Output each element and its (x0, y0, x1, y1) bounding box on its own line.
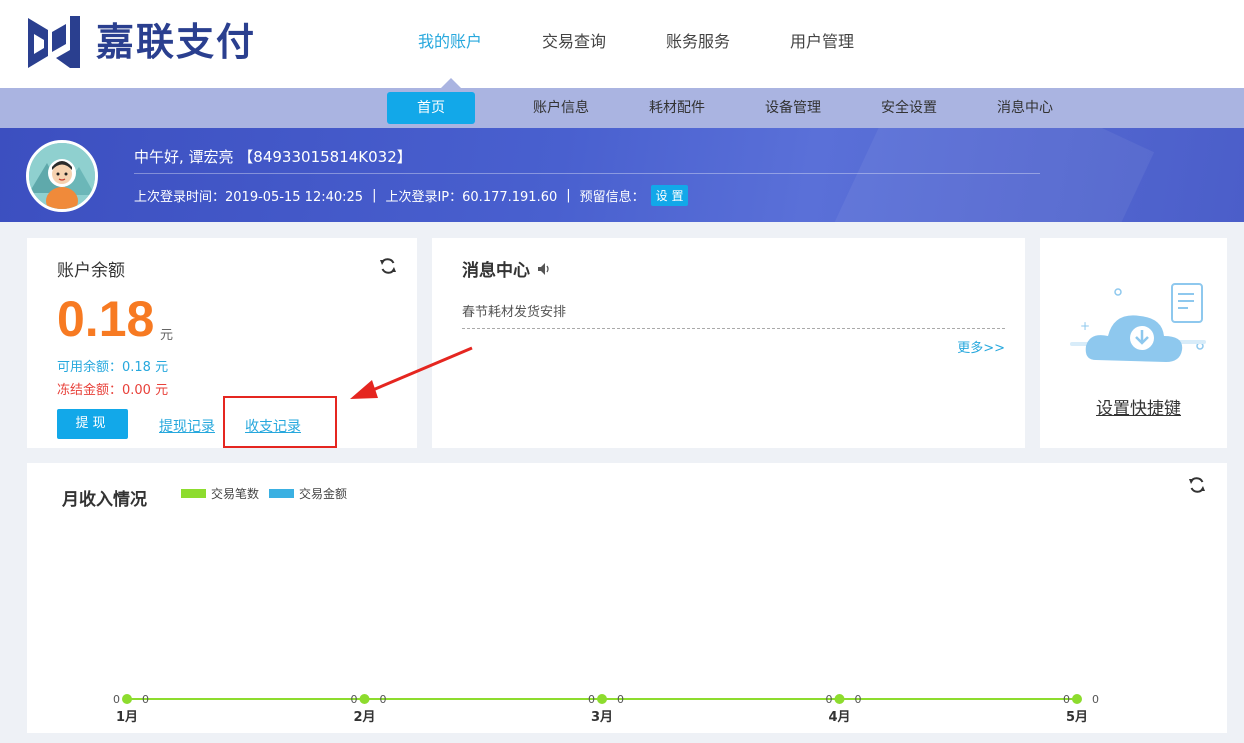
data-label: 0 (380, 693, 387, 706)
data-label: 0 (826, 693, 833, 706)
monthly-income-chart: 0 0 1月 0 0 2月 0 0 3月 0 0 4月 0 0 5月 (113, 693, 1099, 725)
x-tick-label: 2月 (353, 710, 375, 725)
message-center-title-text: 消息中心 (462, 261, 530, 281)
speaker-icon (538, 262, 549, 275)
top-nav: 我的账户 交易查询 账务服务 用户管理 (388, 28, 884, 56)
message-item[interactable]: 春节耗材发货安排 (462, 301, 566, 320)
topnav-user-management[interactable]: 用户管理 (760, 28, 884, 56)
data-point[interactable] (597, 694, 607, 704)
refresh-icon[interactable] (378, 256, 398, 276)
active-nav-caret (441, 78, 461, 88)
balance-title: 账户余额 (57, 261, 125, 281)
header: 嘉联支付 我的账户 交易查询 账务服务 用户管理 (0, 0, 1244, 88)
highlight-box (223, 396, 337, 448)
balance-amount: 0.18 (57, 291, 155, 347)
x-tick-label: 1月 (116, 710, 138, 725)
x-tick-label: 3月 (591, 710, 613, 725)
shortcut-card: + 设置快捷键 (1040, 238, 1227, 448)
x-tick-label: 4月 (828, 710, 850, 725)
brand-name[interactable]: 嘉联支付 (96, 18, 256, 66)
set-shortcut-link[interactable]: 设置快捷键 (1040, 394, 1237, 419)
subnav-consumables[interactable]: 耗材配件 (619, 92, 735, 124)
user-banner: 中午好, 谭宏亮 【84933015814K032】 上次登录时间：2019-0… (0, 128, 1244, 222)
balance-card: 账户余额 0.18 元 可用余额：0.18 元 冻结金额：0.00 元 提现 提… (27, 238, 417, 448)
topnav-accounting-service[interactable]: 账务服务 (636, 28, 760, 56)
last-login-ip: 上次登录IP：60.177.191.60 (385, 190, 558, 205)
balance-unit: 元 (160, 328, 174, 343)
separator: | (372, 188, 377, 203)
frozen-amount: 冻结金额：0.00 元 (57, 383, 169, 398)
avatar-icon (29, 143, 95, 209)
data-point[interactable] (834, 694, 845, 704)
banner-decoration (833, 128, 1155, 222)
available-balance: 可用余额：0.18 元 (57, 360, 169, 375)
brand-logo-icon[interactable] (26, 14, 82, 70)
last-login-time: 上次登录时间：2019-05-15 12:40:25 (134, 190, 364, 205)
banner-divider (134, 173, 1040, 174)
data-label: 0 (617, 693, 624, 706)
data-point[interactable] (122, 694, 132, 704)
data-label: 0 (351, 693, 358, 706)
data-point[interactable] (1072, 694, 1082, 704)
subnav-device-management[interactable]: 设备管理 (735, 92, 851, 124)
subnav-security-settings[interactable]: 安全设置 (851, 92, 967, 124)
data-label: 0 (1092, 693, 1099, 706)
message-center-title: 消息中心 (462, 256, 552, 281)
greeting-text: 中午好, 谭宏亮 【84933015814K032】 (134, 148, 412, 166)
more-messages-link[interactable]: 更多>> (957, 337, 1005, 356)
message-divider (462, 328, 1005, 329)
set-reserved-info-button[interactable]: 设 置 (650, 185, 689, 206)
x-tick-label: 5月 (1066, 710, 1088, 725)
data-label: 0 (1063, 693, 1070, 706)
withdraw-records-link[interactable]: 提现记录 (159, 416, 215, 436)
avatar[interactable] (26, 140, 98, 212)
svg-text:+: + (1080, 319, 1090, 333)
topnav-transaction-query[interactable]: 交易查询 (512, 28, 636, 56)
data-label: 0 (855, 693, 862, 706)
data-label: 0 (588, 693, 595, 706)
message-center-card: 消息中心 春节耗材发货安排 更多>> (432, 238, 1025, 448)
data-label: 0 (113, 693, 120, 706)
topnav-my-account[interactable]: 我的账户 (388, 28, 512, 56)
data-label: 0 (142, 693, 149, 706)
login-info: 上次登录时间：2019-05-15 12:40:25 | 上次登录IP：60.1… (134, 185, 689, 206)
subnav-account-info[interactable]: 账户信息 (503, 92, 619, 124)
cloud-download-icon[interactable]: + (1066, 278, 1211, 378)
monthly-income-card: 月收入情况 交易笔数 交易金额 0 0 1月 0 0 2月 0 0 3月 0 0 4月 0 0 5月 (27, 463, 1227, 733)
withdraw-button[interactable]: 提现 (57, 409, 128, 439)
separator: | (566, 188, 571, 203)
subnav-home[interactable]: 首页 (387, 92, 475, 124)
reserved-info-label: 预留信息： (579, 190, 645, 205)
sub-nav: 首页 账户信息 耗材配件 设备管理 安全设置 消息中心 (0, 88, 1244, 128)
subnav-message-center[interactable]: 消息中心 (967, 92, 1083, 124)
data-point[interactable] (359, 694, 370, 704)
